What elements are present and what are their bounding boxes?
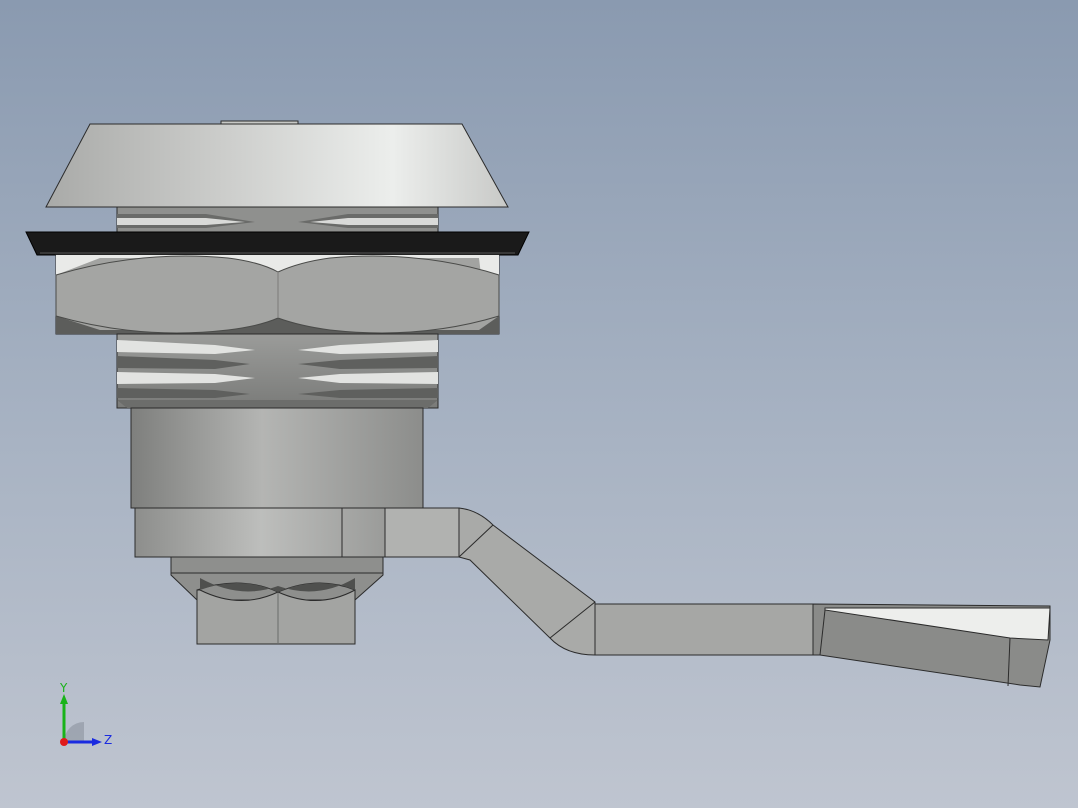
cap-dome <box>45 123 509 208</box>
y-axis-label: Y <box>59 681 68 695</box>
cam-lever[interactable] <box>384 507 1051 688</box>
threaded-body <box>116 333 439 409</box>
barrel <box>130 407 424 509</box>
coordinate-triad: Y Z <box>59 681 112 747</box>
graphics-viewport[interactable]: Y Z <box>0 0 1078 808</box>
hex-nut <box>55 254 500 335</box>
gasket <box>25 231 530 256</box>
cam-lock-model[interactable] <box>0 0 1078 808</box>
cam-hub <box>134 507 388 558</box>
cap-head[interactable] <box>45 120 509 208</box>
upper-thread <box>116 206 439 233</box>
z-axis-label: Z <box>104 733 112 747</box>
triad-plane-icon <box>64 722 84 742</box>
x-axis-dot-icon <box>60 738 68 746</box>
retaining-nut <box>170 556 384 645</box>
